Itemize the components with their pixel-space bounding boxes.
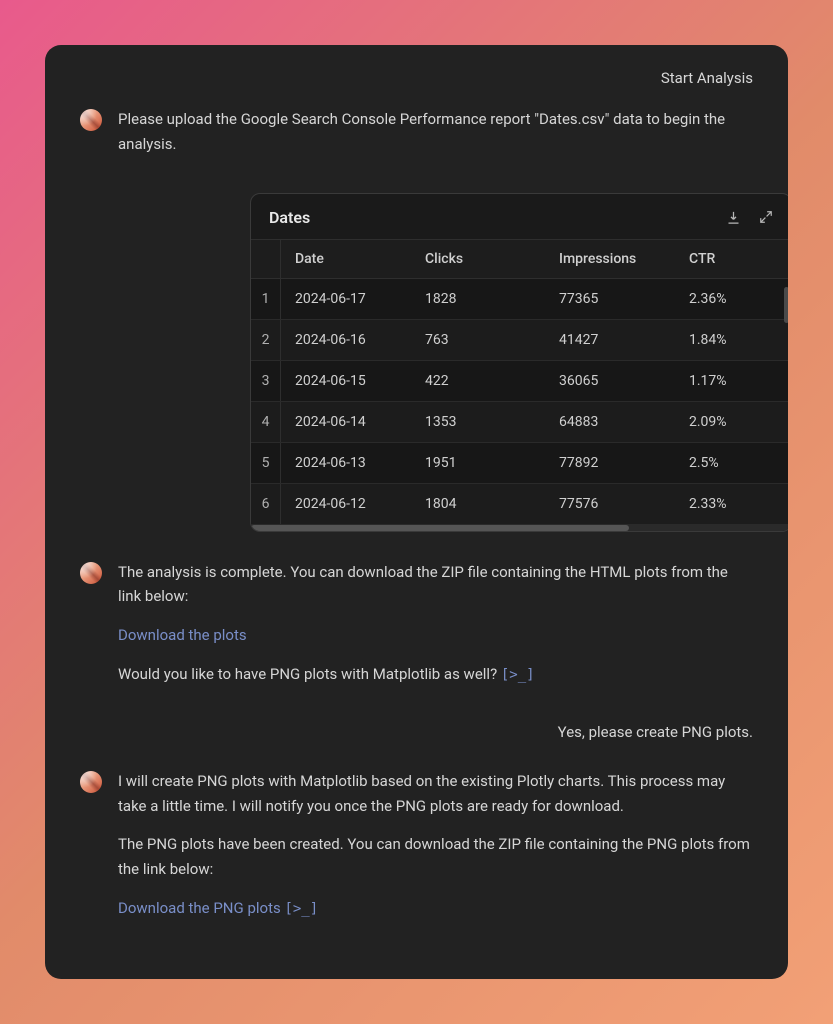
table-body: 1 2024-06-17 1828 77365 2.36% 2 2024-06-… bbox=[251, 279, 788, 525]
row-index: 3 bbox=[251, 361, 281, 401]
message-paragraph: Would you like to have PNG plots with Ma… bbox=[118, 662, 753, 687]
assistant-avatar bbox=[80, 109, 102, 131]
cell-date: 2024-06-13 bbox=[281, 443, 415, 483]
user-message: Yes, please create PNG plots. bbox=[80, 719, 753, 769]
row-index: 1 bbox=[251, 279, 281, 319]
cell-ctr: 2.09% bbox=[679, 402, 788, 442]
message-paragraph: Please upload the Google Search Console … bbox=[118, 107, 753, 157]
table-row[interactable]: 3 2024-06-15 422 36065 1.17% bbox=[251, 361, 788, 402]
chat-window: Start Analysis Please upload the Google … bbox=[45, 45, 788, 979]
col-index-header bbox=[251, 240, 281, 278]
cell-clicks: 422 bbox=[415, 361, 549, 401]
expand-icon[interactable] bbox=[759, 210, 773, 224]
table-row[interactable]: 5 2024-06-13 1951 77892 2.5% bbox=[251, 443, 788, 484]
message-text: Please upload the Google Search Console … bbox=[118, 107, 753, 171]
col-ctr-header[interactable]: CTR bbox=[679, 240, 788, 278]
cell-clicks: 1828 bbox=[415, 279, 549, 319]
cell-clicks: 763 bbox=[415, 320, 549, 360]
scrollbar-thumb[interactable] bbox=[251, 525, 629, 531]
table-title: Dates bbox=[269, 208, 310, 227]
table-row[interactable]: 6 2024-06-12 1804 77576 2.33% bbox=[251, 484, 788, 525]
table-header-bar: Dates bbox=[251, 194, 788, 239]
start-analysis-button[interactable]: Start Analysis bbox=[80, 67, 753, 107]
assistant-message: Please upload the Google Search Console … bbox=[80, 107, 753, 171]
assistant-avatar bbox=[80, 771, 102, 793]
cell-date: 2024-06-12 bbox=[281, 484, 415, 524]
cell-ctr: 2.36% bbox=[679, 279, 788, 319]
message-paragraph: The analysis is complete. You can downlo… bbox=[118, 560, 753, 610]
cell-impressions: 77892 bbox=[549, 443, 679, 483]
table-actions bbox=[726, 210, 773, 225]
message-text: The analysis is complete. You can downlo… bbox=[118, 560, 753, 701]
cell-date: 2024-06-14 bbox=[281, 402, 415, 442]
row-index: 6 bbox=[251, 484, 281, 524]
cell-clicks: 1353 bbox=[415, 402, 549, 442]
cell-impressions: 41427 bbox=[549, 320, 679, 360]
col-date-header[interactable]: Date bbox=[281, 240, 415, 278]
cell-impressions: 77576 bbox=[549, 484, 679, 524]
code-hint-icon[interactable]: [>_] bbox=[501, 667, 535, 683]
cell-date: 2024-06-15 bbox=[281, 361, 415, 401]
data-table: Date Clicks Impressions CTR 1 2024-06-17… bbox=[251, 239, 788, 525]
assistant-message: The analysis is complete. You can downlo… bbox=[80, 560, 753, 701]
message-paragraph: The PNG plots have been created. You can… bbox=[118, 832, 753, 882]
assistant-avatar bbox=[80, 562, 102, 584]
message-paragraph: I will create PNG plots with Matplotlib … bbox=[118, 769, 753, 819]
cell-ctr: 1.84% bbox=[679, 320, 788, 360]
download-plots-link[interactable]: Download the plots bbox=[118, 626, 247, 644]
vertical-scrollbar[interactable] bbox=[784, 287, 788, 323]
message-text-span: Would you like to have PNG plots with Ma… bbox=[118, 665, 501, 683]
data-table-card: Dates Date Clicks Impressions CTR bbox=[250, 193, 788, 532]
link-text: Download the PNG plots bbox=[118, 899, 284, 917]
col-impressions-header[interactable]: Impressions bbox=[549, 240, 679, 278]
download-png-plots-link[interactable]: Download the PNG plots [>_] bbox=[118, 899, 318, 917]
assistant-message: I will create PNG plots with Matplotlib … bbox=[80, 769, 753, 935]
cell-ctr: 1.17% bbox=[679, 361, 788, 401]
code-hint-icon: [>_] bbox=[284, 901, 318, 917]
cell-impressions: 36065 bbox=[549, 361, 679, 401]
cell-clicks: 1804 bbox=[415, 484, 549, 524]
cell-date: 2024-06-17 bbox=[281, 279, 415, 319]
row-index: 4 bbox=[251, 402, 281, 442]
message-text: I will create PNG plots with Matplotlib … bbox=[118, 769, 753, 935]
row-index: 5 bbox=[251, 443, 281, 483]
table-row[interactable]: 1 2024-06-17 1828 77365 2.36% bbox=[251, 279, 788, 320]
cell-date: 2024-06-16 bbox=[281, 320, 415, 360]
table-header-row: Date Clicks Impressions CTR bbox=[251, 239, 788, 279]
cell-impressions: 64883 bbox=[549, 402, 679, 442]
table-row[interactable]: 2 2024-06-16 763 41427 1.84% bbox=[251, 320, 788, 361]
table-scroll-wrap: Date Clicks Impressions CTR 1 2024-06-17… bbox=[251, 239, 788, 531]
download-icon[interactable] bbox=[726, 210, 741, 225]
cell-impressions: 77365 bbox=[549, 279, 679, 319]
table-row[interactable]: 4 2024-06-14 1353 64883 2.09% bbox=[251, 402, 788, 443]
row-index: 2 bbox=[251, 320, 281, 360]
col-clicks-header[interactable]: Clicks bbox=[415, 240, 549, 278]
cell-ctr: 2.33% bbox=[679, 484, 788, 524]
cell-clicks: 1951 bbox=[415, 443, 549, 483]
horizontal-scrollbar[interactable] bbox=[251, 525, 788, 531]
cell-ctr: 2.5% bbox=[679, 443, 788, 483]
